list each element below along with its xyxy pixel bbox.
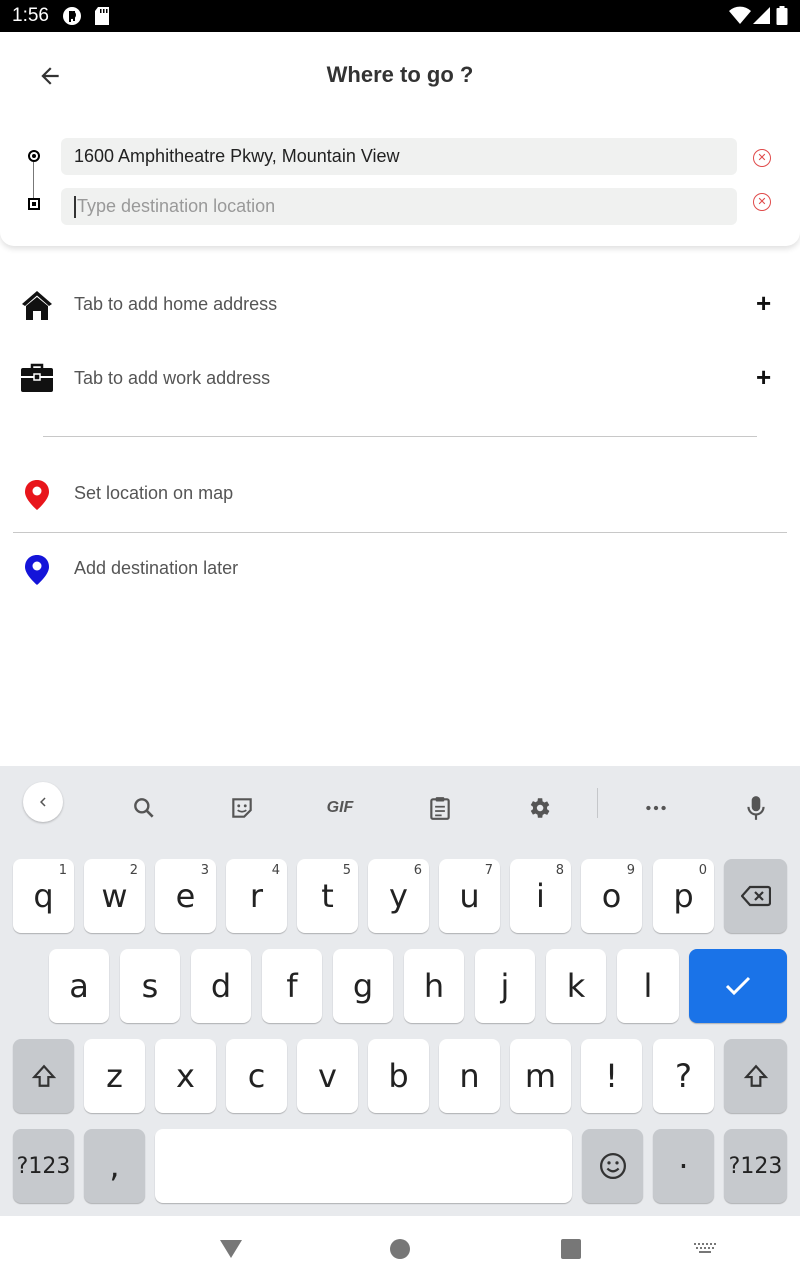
key-z[interactable]: z bbox=[84, 1039, 145, 1113]
key-w[interactable]: w2 bbox=[84, 859, 145, 933]
set-location-on-map-item[interactable]: Set location on map bbox=[0, 463, 800, 523]
gif-icon[interactable]: GIF bbox=[320, 788, 360, 828]
home-circle-icon bbox=[390, 1239, 410, 1259]
key-u[interactable]: u7 bbox=[439, 859, 500, 933]
add-home-address-item[interactable]: Tab to add home address + bbox=[0, 274, 800, 334]
key-d[interactable]: d bbox=[191, 949, 251, 1023]
emoji-key[interactable] bbox=[582, 1129, 643, 1203]
add-work-button[interactable]: + bbox=[756, 362, 771, 393]
briefcase-icon bbox=[20, 362, 54, 399]
clear-origin-button[interactable]: ✕ bbox=[753, 149, 771, 167]
key-t[interactable]: t5 bbox=[297, 859, 358, 933]
key-l[interactable]: l bbox=[617, 949, 679, 1023]
collapse-toolbar-button[interactable] bbox=[23, 782, 63, 822]
origin-input-value: 1600 Amphitheatre Pkwy, Mountain View bbox=[74, 146, 400, 166]
checkmark-icon bbox=[725, 976, 751, 996]
key-q[interactable]: q1 bbox=[13, 859, 74, 933]
route-connector bbox=[33, 162, 34, 198]
key-period[interactable]: · bbox=[653, 1129, 714, 1203]
location-pin-icon bbox=[25, 555, 49, 590]
destination-input-placeholder: Type destination location bbox=[77, 196, 276, 216]
destination-input[interactable]: Type destination location bbox=[61, 188, 737, 225]
cell-signal-icon bbox=[753, 6, 771, 31]
key-b[interactable]: b bbox=[368, 1039, 429, 1113]
key-x[interactable]: x bbox=[155, 1039, 216, 1113]
key-k[interactable]: k bbox=[546, 949, 606, 1023]
key-g[interactable]: g bbox=[333, 949, 393, 1023]
keyboard-switch-icon bbox=[694, 1243, 716, 1253]
backspace-key[interactable] bbox=[724, 859, 787, 933]
key-j[interactable]: j bbox=[475, 949, 535, 1023]
key-i[interactable]: i8 bbox=[510, 859, 571, 933]
status-time: 1:56 bbox=[12, 5, 49, 26]
options-divider bbox=[13, 532, 787, 533]
nav-recents-button[interactable] bbox=[556, 1234, 586, 1264]
shift-key-right[interactable] bbox=[724, 1039, 787, 1113]
keyboard-switch-button[interactable] bbox=[690, 1234, 720, 1264]
key-v[interactable]: v bbox=[297, 1039, 358, 1113]
done-key[interactable] bbox=[689, 949, 787, 1023]
search-icon[interactable] bbox=[124, 788, 164, 828]
key-r[interactable]: r4 bbox=[226, 859, 287, 933]
key-m[interactable]: m bbox=[510, 1039, 571, 1113]
battery-icon bbox=[776, 6, 788, 31]
origin-marker-icon bbox=[28, 150, 40, 162]
status-bar: 1:56 bbox=[0, 0, 800, 32]
chevron-left-icon bbox=[40, 797, 46, 807]
emoji-icon bbox=[599, 1153, 626, 1179]
toolbar-separator bbox=[597, 788, 598, 818]
sticker-icon[interactable] bbox=[222, 788, 262, 828]
shift-icon bbox=[743, 1064, 768, 1087]
set-location-label: Set location on map bbox=[74, 483, 234, 503]
key-s[interactable]: s bbox=[120, 949, 180, 1023]
gif-label: GIF bbox=[326, 799, 354, 816]
backspace-icon bbox=[740, 885, 771, 907]
home-icon bbox=[20, 288, 54, 327]
shift-icon bbox=[31, 1064, 56, 1087]
key-c[interactable]: c bbox=[226, 1039, 287, 1113]
key-p[interactable]: p0 bbox=[653, 859, 714, 933]
key-exclamation[interactable]: ! bbox=[581, 1039, 642, 1113]
key-f[interactable]: f bbox=[262, 949, 322, 1023]
system-nav-bar bbox=[0, 1216, 800, 1280]
origin-input[interactable]: 1600 Amphitheatre Pkwy, Mountain View bbox=[61, 138, 737, 175]
route-header: Where to go ? 1600 Amphitheatre Pkwy, Mo… bbox=[0, 32, 800, 246]
mic-icon[interactable] bbox=[736, 788, 776, 828]
sd-card-icon bbox=[94, 6, 110, 31]
key-comma[interactable]: , bbox=[84, 1129, 145, 1203]
location-pin-icon bbox=[25, 480, 49, 515]
symbols-key-right[interactable]: ?123 bbox=[724, 1129, 787, 1203]
key-question[interactable]: ? bbox=[653, 1039, 714, 1113]
recents-square-icon bbox=[561, 1239, 581, 1259]
text-cursor bbox=[74, 195, 76, 218]
key-n[interactable]: n bbox=[439, 1039, 500, 1113]
key-a[interactable]: a bbox=[49, 949, 109, 1023]
section-divider bbox=[43, 436, 757, 437]
home-address-label: Tab to add home address bbox=[74, 294, 278, 314]
back-triangle-icon bbox=[220, 1240, 242, 1258]
key-y[interactable]: y6 bbox=[368, 859, 429, 933]
destination-marker-icon bbox=[28, 198, 40, 210]
more-icon[interactable] bbox=[636, 788, 676, 828]
symbols-key-left[interactable]: ?123 bbox=[13, 1129, 74, 1203]
wifi-icon bbox=[729, 6, 751, 31]
page-title: Where to go ? bbox=[326, 62, 474, 87]
add-destination-later-item[interactable]: Add destination later bbox=[0, 538, 800, 598]
key-e[interactable]: e3 bbox=[155, 859, 216, 933]
clipboard-icon[interactable] bbox=[420, 788, 460, 828]
key-o[interactable]: o9 bbox=[581, 859, 642, 933]
add-destination-later-label: Add destination later bbox=[74, 558, 239, 578]
work-address-label: Tab to add work address bbox=[74, 368, 271, 388]
on-screen-keyboard: GIF q1 w2 e3 r4 t5 y6 u7 i8 o9 p0 a s d … bbox=[0, 766, 800, 1216]
key-h[interactable]: h bbox=[404, 949, 464, 1023]
spacebar[interactable] bbox=[155, 1129, 572, 1203]
add-home-button[interactable]: + bbox=[756, 288, 771, 319]
nav-back-button[interactable] bbox=[216, 1234, 246, 1264]
shift-key-left[interactable] bbox=[13, 1039, 74, 1113]
settings-icon[interactable] bbox=[519, 788, 559, 828]
nav-home-button[interactable] bbox=[385, 1234, 415, 1264]
app-notification-icon bbox=[62, 6, 82, 31]
clear-destination-button[interactable]: ✕ bbox=[753, 193, 771, 211]
add-work-address-item[interactable]: Tab to add work address + bbox=[0, 348, 800, 408]
